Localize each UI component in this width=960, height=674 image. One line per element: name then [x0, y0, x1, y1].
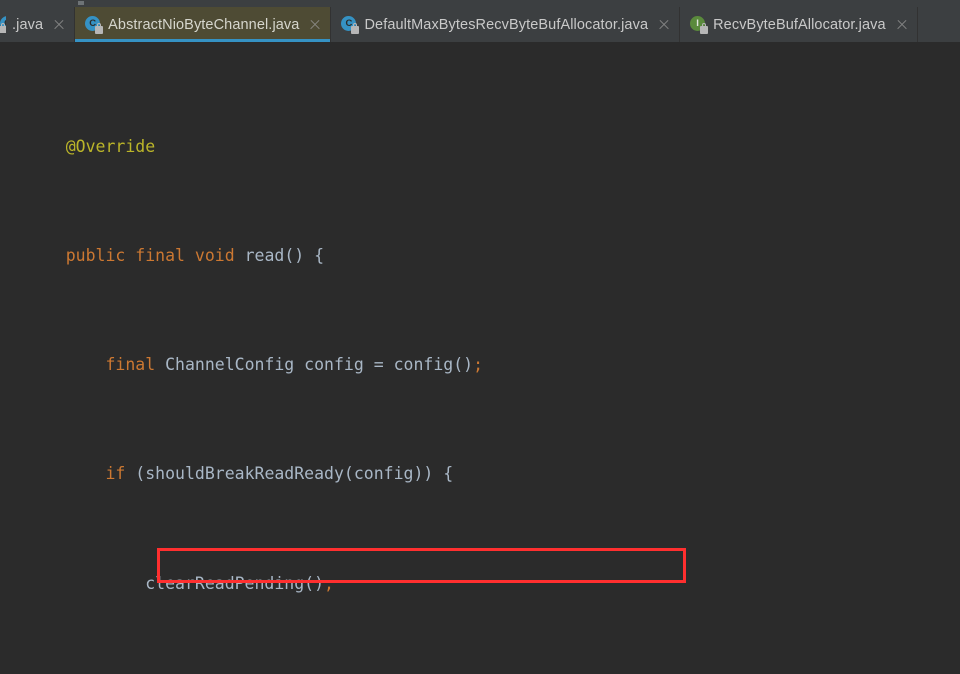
tab-close-icon-3[interactable] [895, 18, 908, 31]
editor-tab-bar[interactable]: C .java C AbstractNioByteChannel.java C … [0, 7, 960, 43]
editor-tab-1[interactable]: C AbstractNioByteChannel.java [75, 7, 332, 42]
java-class-icon: C [85, 16, 104, 34]
tab-close-icon-1[interactable] [308, 18, 321, 31]
lock-badge-icon [0, 23, 6, 33]
editor-tab-2[interactable]: C DefaultMaxBytesRecvByteBufAllocator.ja… [331, 7, 681, 42]
annotation-override: @Override [65, 136, 156, 156]
lock-badge-icon [351, 23, 360, 34]
java-class-icon: C [0, 16, 6, 33]
tab-close-icon-0[interactable] [52, 18, 65, 31]
editor-tab-label-1: AbstractNioByteChannel.java [108, 16, 300, 33]
editor-tab-3[interactable]: I RecvByteBufAllocator.java [680, 7, 918, 42]
code-text-area[interactable]: @Override public final void read() { fin… [0, 43, 960, 674]
window-top-strip [0, 0, 960, 7]
lock-badge-icon [700, 23, 709, 34]
java-interface-icon: I [690, 16, 709, 34]
lock-badge-icon [95, 23, 104, 34]
editor-tab-label-2: DefaultMaxBytesRecvByteBufAllocator.java [364, 16, 649, 33]
editor-tab-0[interactable]: C .java [0, 7, 76, 42]
code-line[interactable]: clearReadPending(); [0, 570, 960, 597]
code-line[interactable]: @Override [0, 133, 960, 160]
code-line[interactable]: public final void read() { [0, 242, 960, 269]
code-line[interactable]: if (shouldBreakReadReady(config)) { [0, 460, 960, 487]
java-class-icon: C [341, 16, 360, 34]
tab-close-icon-2[interactable] [657, 18, 670, 31]
code-line[interactable]: final ChannelConfig config = config(); [0, 351, 960, 378]
window-drag-nub [78, 1, 84, 5]
editor-tab-label-0: .java [12, 16, 44, 33]
code-editor[interactable]: @Override public final void read() { fin… [0, 43, 960, 674]
editor-tab-label-3: RecvByteBufAllocator.java [713, 16, 886, 33]
